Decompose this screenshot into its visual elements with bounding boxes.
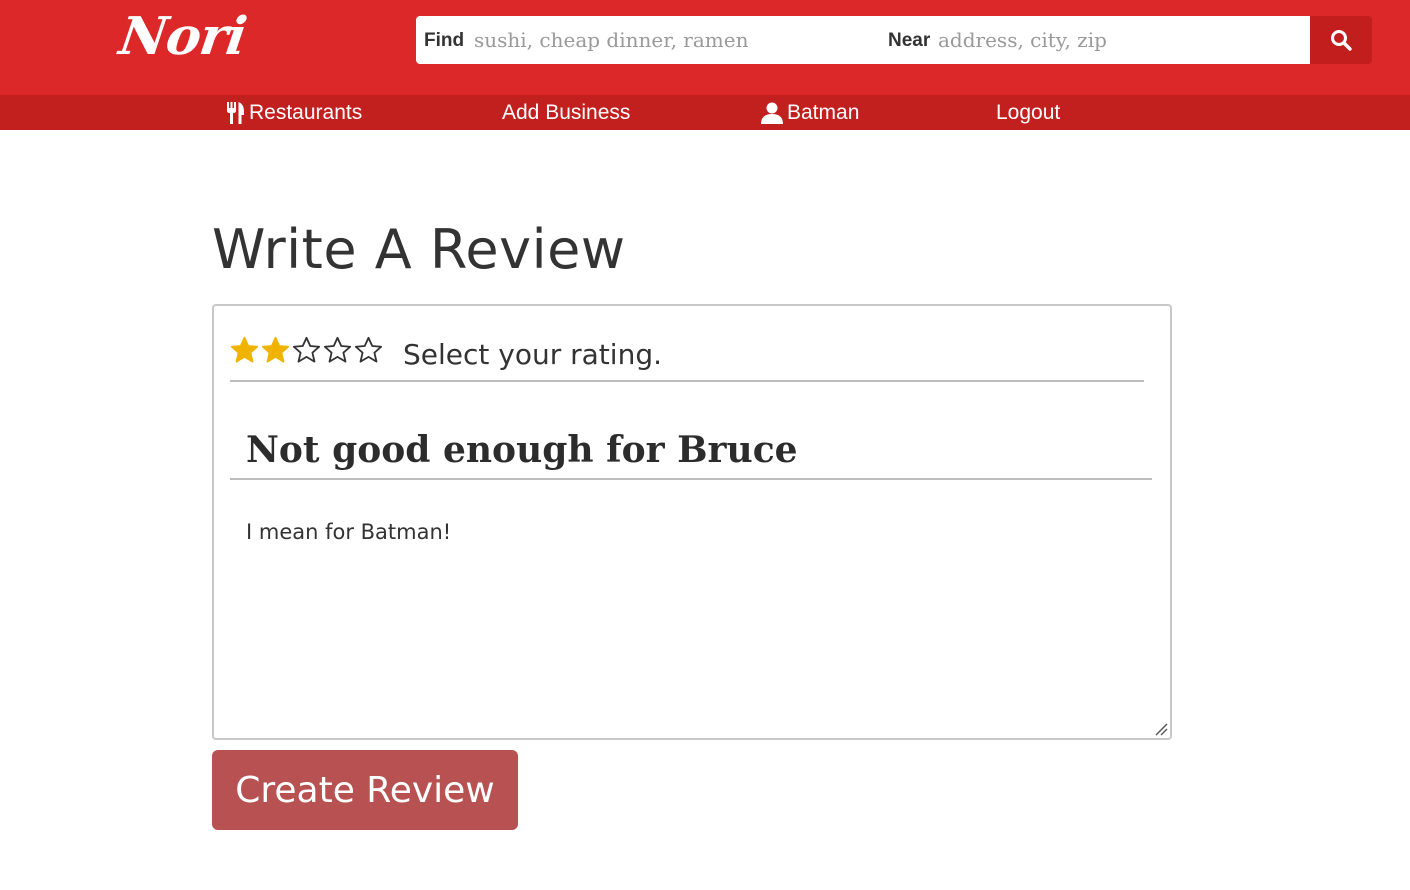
review-body-textarea[interactable]: I mean for Batman! xyxy=(246,520,1126,720)
star-filled-icon[interactable] xyxy=(261,336,290,365)
resize-handle-icon[interactable] xyxy=(1154,722,1168,736)
nav-user-label: Batman xyxy=(787,100,860,124)
find-label: Find xyxy=(424,30,465,51)
rating-row: Select your rating. xyxy=(230,336,1144,382)
search-icon xyxy=(1331,30,1352,51)
nav-restaurants[interactable]: Restaurants xyxy=(226,95,362,130)
rating-prompt: Select your rating. xyxy=(403,338,662,371)
star-empty-icon[interactable] xyxy=(354,336,383,365)
find-input[interactable] xyxy=(474,22,874,58)
star-filled-icon[interactable] xyxy=(230,336,259,365)
page-title: Write A Review xyxy=(212,218,626,281)
search-button[interactable] xyxy=(1310,16,1372,64)
nav-user[interactable]: Batman xyxy=(761,95,859,130)
near-label: Near xyxy=(888,30,931,51)
nav-restaurants-label: Restaurants xyxy=(249,100,363,124)
nav-logout[interactable]: Logout xyxy=(996,95,1060,130)
logo[interactable]: Nori xyxy=(116,6,250,67)
fork-knife-icon xyxy=(227,101,244,124)
star-empty-icon[interactable] xyxy=(292,336,321,365)
nav-add-business[interactable]: Add Business xyxy=(502,95,630,130)
user-icon xyxy=(761,102,783,124)
main-nav: Restaurants Add Business Batman Logout xyxy=(0,95,1410,130)
review-title-input[interactable] xyxy=(230,422,1152,480)
star-rating[interactable] xyxy=(230,336,383,365)
nav-add-business-label: Add Business xyxy=(502,100,631,124)
top-header: Nori Find Near xyxy=(0,0,1410,95)
star-empty-icon[interactable] xyxy=(323,336,352,365)
search-bar: Find Near xyxy=(416,16,1310,64)
near-input[interactable] xyxy=(938,22,1298,58)
review-form: Select your rating. I mean for Batman! xyxy=(212,304,1172,740)
create-review-button[interactable]: Create Review xyxy=(212,750,518,830)
nav-logout-label: Logout xyxy=(996,100,1061,124)
